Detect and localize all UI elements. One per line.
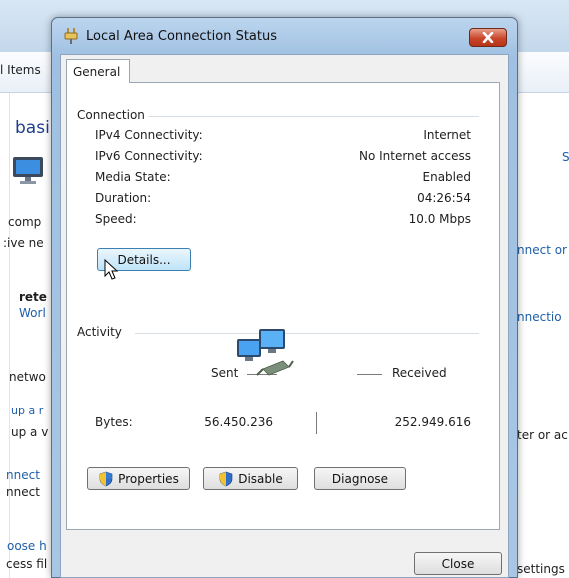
activity-group-line [135,333,479,334]
close-button[interactable]: Close [414,552,502,575]
connection-group-line [149,116,479,117]
background-link[interactable]: nnect [6,468,40,482]
mouse-pointer-icon [104,259,119,280]
background-text: ter or ac [517,428,568,442]
close-window-button[interactable] [469,28,507,47]
dialog-client-area: General Connection IPv4 Connectivity: In… [60,54,509,578]
ipv6-connectivity-value: No Internet access [358,149,471,163]
dialog-title: Local Area Connection Status [86,29,277,44]
background-link[interactable]: oose h [7,539,47,553]
background-link[interactable]: up a r [11,404,43,417]
background-text: netwo [9,370,46,384]
background-link[interactable]: nnect or [517,243,567,257]
ipv6-connectivity-label: IPv6 Connectivity: [95,149,203,163]
duration-value: 04:26:54 [417,191,471,205]
background-text: up a v [11,425,49,439]
network-plug-icon [64,28,78,44]
bytes-received-value: 252.949.616 [394,415,471,429]
background-link[interactable]: S [562,150,569,164]
media-state-label: Media State: [95,170,171,184]
connection-group-label: Connection [77,108,149,122]
activity-group-label: Activity [77,325,126,339]
diagnose-button[interactable]: Diagnose [314,467,406,490]
background-text: comp [8,215,42,229]
background-link[interactable]: Worl [19,306,46,320]
background-text: nnect [6,485,40,499]
received-connector-line [357,374,382,375]
speed-value: 10.0 Mbps [408,212,471,226]
computer-icon [13,157,43,184]
background-heading: basi [15,118,50,138]
background-text: cess fil [6,557,48,571]
network-computers-icon [237,329,294,376]
background-text: :ive ne [3,236,44,250]
ipv4-connectivity-value: Internet [423,128,471,142]
disable-button-label: Disable [238,471,283,486]
bytes-label: Bytes: [95,415,133,429]
background-text: settings [517,562,565,576]
properties-button[interactable]: Properties [87,467,190,490]
address-breadcrumb[interactable]: l Items [0,63,41,77]
uac-shield-icon [219,471,233,486]
general-tab-panel: Connection IPv4 Connectivity: Internet I… [66,82,500,530]
disable-button[interactable]: Disable [203,467,298,490]
duration-label: Duration: [95,191,152,205]
ipv4-connectivity-label: IPv4 Connectivity: [95,128,203,142]
bytes-sent-value: 56.450.236 [204,415,273,429]
bytes-divider [316,412,317,434]
background-network-name: rete [19,290,47,304]
uac-shield-icon [99,471,113,486]
speed-label: Speed: [95,212,137,226]
properties-button-label: Properties [118,471,179,486]
local-area-connection-status-dialog: Local Area Connection Status General Con… [51,17,518,578]
background-divider [9,93,10,578]
background-link[interactable]: nnectio [517,310,562,324]
tab-general[interactable]: General [66,59,130,83]
received-label: Received [392,366,447,380]
close-x-icon [482,32,494,43]
media-state-value: Enabled [422,170,472,184]
